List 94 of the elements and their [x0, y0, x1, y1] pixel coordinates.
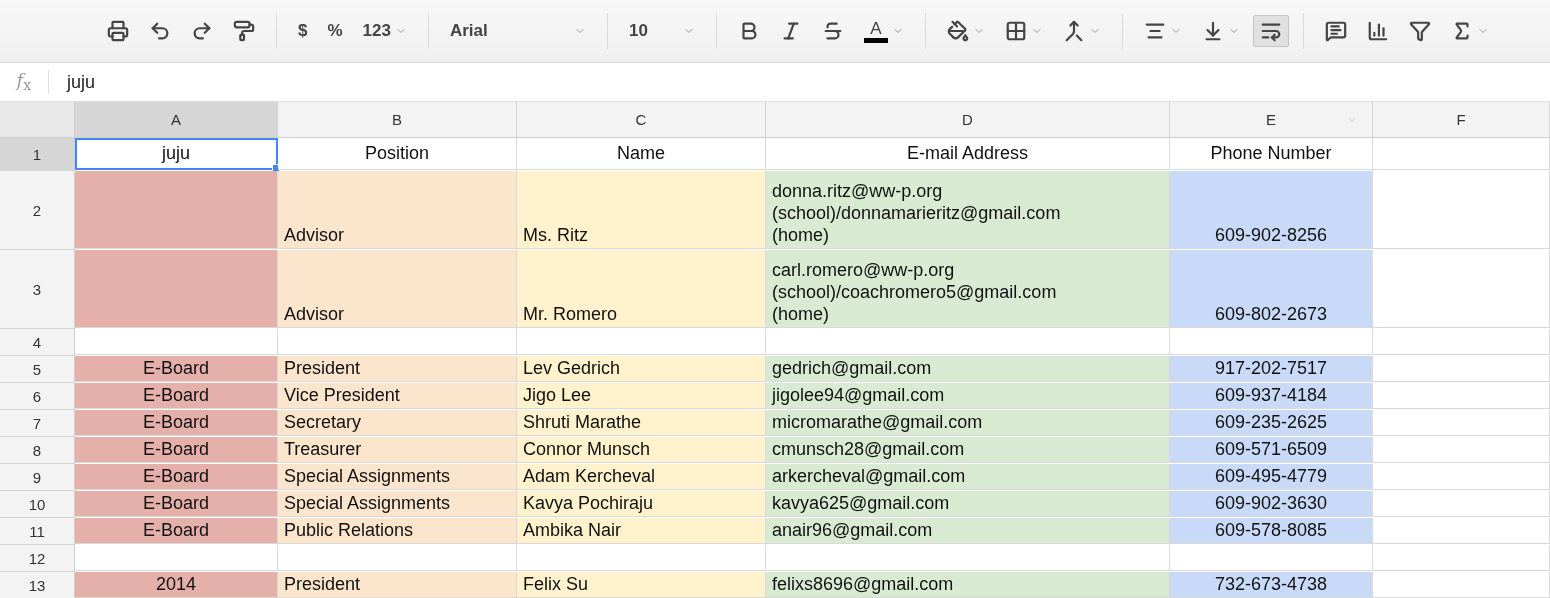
table-cell: Mr. Romero	[517, 250, 766, 328]
table-cell: cmunsch28@gmail.com	[766, 437, 1170, 463]
table-cell: Public Relations	[278, 518, 517, 544]
row-header[interactable]: 10	[0, 491, 75, 518]
table-cell: Phone Number	[1170, 138, 1373, 170]
table-cell: Adam Kercheval	[517, 464, 766, 490]
column-header[interactable]: B	[278, 102, 517, 138]
table-cell: E-Board	[75, 437, 278, 463]
table-cell: Advisor	[278, 250, 517, 328]
column-header[interactable]: D	[766, 102, 1170, 138]
table-cell: 609-802-2673	[1170, 250, 1373, 328]
table-cell: Jigo Lee	[517, 383, 766, 409]
table-cell: Felix Su	[517, 572, 766, 598]
row-header[interactable]: 9	[0, 464, 75, 491]
row-header[interactable]: 1	[0, 138, 75, 171]
column-header[interactable]: A	[75, 102, 278, 138]
table-cell: 609-902-8256	[1170, 171, 1373, 249]
undo-icon	[149, 20, 171, 42]
printer-icon	[107, 20, 129, 42]
row-header[interactable]: 12	[0, 545, 75, 572]
color-bar	[863, 37, 888, 43]
table-cell: 917-202-7517	[1170, 356, 1373, 382]
table-cell: carl.romero@ww-p.org (school)/coachromero5@gmail.com (home)	[766, 250, 1170, 328]
toolbar-button[interactable]	[1252, 15, 1289, 47]
table-cell: Secretary	[278, 410, 517, 436]
row-header[interactable]: 2	[0, 171, 75, 250]
toolbar-button[interactable]: %	[320, 16, 350, 46]
table-cell: jigolee94@gmail.com	[766, 383, 1170, 409]
table-cell: 609-937-4184	[1170, 383, 1373, 409]
table-cell: Name	[517, 138, 766, 170]
table-cell: Lev Gedrich	[517, 356, 766, 382]
wrap-text-icon	[1259, 20, 1282, 42]
table-cell: President	[278, 572, 517, 598]
table-cell: 609-571-6509	[1170, 437, 1373, 463]
row-header[interactable]: 5	[0, 356, 75, 383]
row-header[interactable]: 8	[0, 437, 75, 464]
filter-icon	[1408, 20, 1431, 42]
table-cell: anair96@gmail.com	[766, 518, 1170, 544]
bar-chart-icon	[1366, 20, 1389, 42]
table-cell: Treasurer	[278, 437, 517, 463]
table-cell: Kavya Pochiraju	[517, 491, 766, 517]
table-cell: E-Board	[75, 356, 278, 382]
column-header[interactable]: F	[1373, 102, 1550, 138]
table-cell: 2014	[75, 572, 278, 598]
row-header[interactable]: 11	[0, 518, 75, 545]
table-cell: 609-578-8085	[1170, 518, 1373, 544]
row-header[interactable]: 3	[0, 250, 75, 329]
table-cell: micromarathe@gmail.com	[766, 410, 1170, 436]
column-header[interactable]: C	[517, 102, 766, 138]
table-cell: E-Board	[75, 491, 278, 517]
table-cell: Position	[278, 138, 517, 170]
redo-icon	[191, 20, 213, 42]
table-cell: gedrich@gmail.com	[766, 356, 1170, 382]
table-cell: Special Assignments	[278, 464, 517, 490]
table-cell: E-mail Address	[766, 138, 1170, 170]
table-cell: Vice President	[278, 383, 517, 409]
comment-icon	[1324, 20, 1347, 42]
table-cell: 609-235-2625	[1170, 410, 1373, 436]
table-cell: E-Board	[75, 410, 278, 436]
paint-bucket-icon	[946, 20, 969, 42]
fx-label: f$_{x}$	[0, 70, 49, 94]
table-cell: E-Board	[75, 518, 278, 544]
row-header[interactable]: 6	[0, 383, 75, 410]
table-cell: 609-902-3630	[1170, 491, 1373, 517]
table-cell: 609-495-4779	[1170, 464, 1373, 490]
table-cell: E-Board	[75, 383, 278, 409]
table-cell: Ambika Nair	[517, 518, 766, 544]
table-cell: Ms. Ritz	[517, 171, 766, 249]
formula-value[interactable]: juju	[67, 71, 96, 93]
row-header[interactable]: 4	[0, 329, 75, 356]
table-cell: kavya625@gmail.com	[766, 491, 1170, 517]
table-cell: arkercheval@gmail.com	[766, 464, 1170, 490]
table-cell: Shruti Marathe	[517, 410, 766, 436]
text-color-label: A	[870, 19, 882, 38]
table-cell: juju	[75, 138, 278, 170]
table-cell: donna.ritz@ww-p.org (school)/donnamarieritz@gmail.com (home)	[766, 171, 1170, 249]
toolbar-dropdown[interactable]: 10	[621, 16, 702, 46]
grid-icon	[1004, 20, 1027, 42]
column-header[interactable]: E	[1170, 102, 1373, 138]
paint-roller-icon	[233, 20, 255, 42]
table-cell: Special Assignments	[278, 491, 517, 517]
row-header[interactable]: 13	[0, 572, 75, 598]
table-cell: felixs8696@gmail.com	[766, 572, 1170, 598]
table-cell: Connor Munsch	[517, 437, 766, 463]
table-cell: President	[278, 356, 517, 382]
row-header[interactable]: 7	[0, 410, 75, 437]
text-color-button[interactable]: A	[856, 14, 911, 48]
align-center-icon	[1143, 20, 1166, 42]
toolbar-button[interactable]: $	[291, 16, 315, 46]
table-cell: Advisor	[278, 171, 517, 249]
toolbar-dropdown[interactable]: Arial	[442, 16, 593, 46]
table-cell: E-Board	[75, 464, 278, 490]
toolbar-button[interactable]: 123	[355, 16, 414, 46]
table-cell: 732-673-4738	[1170, 572, 1373, 598]
